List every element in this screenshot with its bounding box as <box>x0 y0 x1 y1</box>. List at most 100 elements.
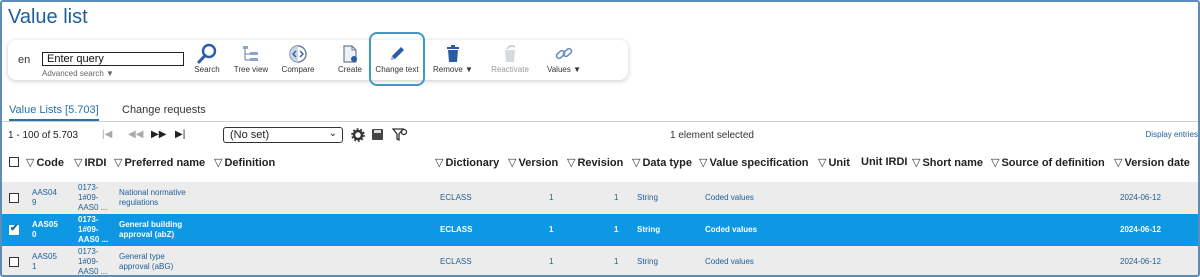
column-unit[interactable]: ▽ Unit <box>818 156 850 169</box>
gear-icon[interactable] <box>351 128 365 142</box>
toolbar: en Enter query Advanced search ▼ Search … <box>8 32 628 86</box>
cell-version: 1 <box>549 257 554 266</box>
column-irdi[interactable]: ▽ IRDI <box>74 156 106 169</box>
advanced-search-link[interactable]: Advanced search ▼ <box>42 69 114 78</box>
column-dictionary-label: Dictionary <box>445 157 500 169</box>
search-input[interactable]: Enter query <box>42 52 184 66</box>
filter-icon[interactable]: ▽ <box>991 157 999 169</box>
cell-code: AAS05 1 <box>32 252 57 271</box>
values-button[interactable]: Values ▼ <box>542 43 586 77</box>
compare-label: Compare <box>281 65 315 74</box>
filter-icon[interactable]: ▽ <box>214 157 222 169</box>
trash-icon <box>447 45 459 62</box>
filter-icon[interactable]: ▽ <box>699 157 707 169</box>
table-row[interactable]: ✔ AAS05 0 0173- 1#09- AAS0 ... General buil… <box>2 214 1198 246</box>
column-irdi-label: IRDI <box>84 157 107 169</box>
row-checkbox[interactable] <box>9 257 19 267</box>
column-version-date[interactable]: ▽ Version date <box>1114 156 1190 169</box>
values-label: Values ▼ <box>546 65 581 74</box>
cell-preferred-name: National normative regulations <box>119 188 186 207</box>
tab-bar: Value Lists [5.703] Change requests <box>2 100 1198 122</box>
remove-button[interactable]: Remove ▼ <box>428 43 478 77</box>
column-source-of-definition-label: Source of definition <box>1001 157 1105 169</box>
filter-icon[interactable]: ▽ <box>1114 157 1122 169</box>
cell-revision: 1 <box>614 257 619 266</box>
row-checkbox[interactable] <box>9 193 19 203</box>
column-definition-label: Definition <box>224 157 276 169</box>
reactivate-button[interactable]: Reactivate <box>486 43 534 77</box>
save-icon[interactable] <box>371 128 384 141</box>
cell-data-type: String <box>637 257 658 266</box>
search-button[interactable]: Search <box>190 43 224 77</box>
column-short-name[interactable]: ▽ Short name <box>912 156 983 169</box>
language-label[interactable]: en <box>18 54 30 66</box>
set-select-value: (No set) <box>230 129 270 141</box>
create-button[interactable]: Create <box>334 43 366 77</box>
column-source-of-definition[interactable]: ▽ Source of definition <box>991 156 1105 169</box>
column-revision[interactable]: ▽ Revision <box>567 156 623 169</box>
cell-value-specification: Coded values <box>705 257 754 266</box>
filter-icon[interactable]: ▽ <box>818 157 826 169</box>
filter-icon[interactable]: ▽ <box>567 157 575 169</box>
cell-data-type: String <box>637 193 658 202</box>
column-version[interactable]: ▽ Version <box>508 156 558 169</box>
select-all-checkbox[interactable] <box>9 157 19 167</box>
search-icon <box>197 43 217 64</box>
filter-icon[interactable]: ▽ <box>912 157 920 169</box>
compare-button[interactable]: Compare <box>278 43 318 77</box>
cell-version: 1 <box>549 193 554 202</box>
create-document-icon <box>343 45 357 63</box>
column-data-type[interactable]: ▽ Data type <box>632 156 692 169</box>
tree-view-button[interactable]: Tree view <box>230 43 272 77</box>
cell-data-type: String <box>637 225 661 234</box>
column-version-label: Version <box>518 157 559 169</box>
filter-icon[interactable]: ▽ <box>632 157 640 169</box>
cell-irdi: 0173- 1#09- AAS0 ... <box>78 215 109 244</box>
cell-irdi: 0173- 1#09- AAS0 ... <box>78 183 108 212</box>
filter-icon[interactable]: ▽ <box>74 157 82 169</box>
display-entries-link[interactable]: Display entries <box>1146 130 1198 139</box>
cell-version: 1 <box>549 225 554 234</box>
column-preferred-name[interactable]: ▽ Preferred name <box>114 156 205 169</box>
column-code[interactable]: ▽ Code <box>26 156 64 169</box>
tab-value-lists[interactable]: Value Lists [5.703] <box>9 104 99 121</box>
first-page-icon: |◀ <box>102 129 113 140</box>
column-data-type-label: Data type <box>642 157 692 169</box>
search-label: Search <box>194 65 220 74</box>
table-row[interactable]: AAS04 9 0173- 1#09- AAS0 ... National norma… <box>2 182 1198 214</box>
change-text-button[interactable]: Change text <box>370 43 424 77</box>
reactivate-label: Reactivate <box>491 65 529 74</box>
column-value-specification[interactable]: ▽ Value specification <box>699 156 809 169</box>
table-header: ▽ Code ▽ IRDI ▽ Preferred name ▽ Definition … <box>2 152 1198 174</box>
change-text-label: Change text <box>375 65 419 74</box>
remove-label: Remove ▼ <box>433 65 473 74</box>
page-range: 1 - 100 of 5.703 <box>8 130 79 141</box>
link-icon <box>555 47 573 60</box>
checkmark-icon: ✔ <box>10 223 19 234</box>
filter-icon[interactable]: ▽ <box>114 157 122 169</box>
cell-version-date: 2024-06-12 <box>1120 193 1161 202</box>
filter-icon[interactable]: ▽ <box>435 157 443 169</box>
column-definition[interactable]: ▽ Definition <box>214 156 275 169</box>
column-dictionary[interactable]: ▽ Dictionary <box>435 156 499 169</box>
tab-change-requests[interactable]: Change requests <box>122 104 206 116</box>
row-checkbox[interactable]: ✔ <box>9 223 19 235</box>
column-unit-irdi[interactable]: Unit IRDI <box>861 156 907 168</box>
selection-status: 1 element selected <box>670 130 754 141</box>
cell-version-date: 2024-06-12 <box>1120 257 1161 266</box>
next-page-icon[interactable]: ▶▶ <box>151 129 166 140</box>
cell-dictionary: ECLASS <box>440 225 473 234</box>
cell-value-specification: Coded values <box>705 193 754 202</box>
chevron-down-icon: ⌄ <box>328 128 337 139</box>
window-frame: Value list en Enter query Advanced searc… <box>0 0 1200 277</box>
pencil-icon <box>391 47 404 60</box>
filter-icon[interactable]: ▽ <box>26 157 34 169</box>
filter-settings-icon[interactable] <box>392 127 408 143</box>
create-label: Create <box>337 65 362 74</box>
cell-irdi: 0173- 1#09- AAS0 ... <box>78 247 108 276</box>
set-select[interactable]: (No set) ⌄ <box>223 127 343 143</box>
last-page-icon[interactable]: ▶| <box>175 129 185 140</box>
filter-icon[interactable]: ▽ <box>508 157 516 169</box>
table-row[interactable]: AAS05 1 0173- 1#09- AAS0 ... General type ap… <box>2 246 1198 276</box>
previous-page-icon: ◀◀ <box>128 129 144 140</box>
